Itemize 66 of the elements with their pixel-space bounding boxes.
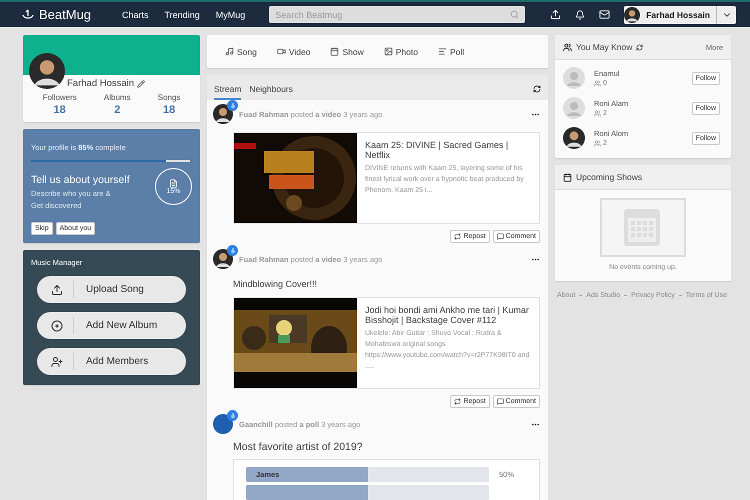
mic-icon [230, 248, 236, 254]
calendar-placeholder-icon [600, 198, 686, 257]
nav-link[interactable]: MyMug [216, 10, 246, 20]
stat-label: Albums [104, 93, 131, 102]
brand-name[interactable]: BeatMug [39, 7, 92, 22]
nav-link[interactable]: Charts [122, 10, 149, 20]
video-icon [276, 47, 286, 56]
edit-icon[interactable] [137, 80, 146, 88]
post-type-button[interactable]: Video [276, 46, 310, 56]
panel-title: You May Know [576, 42, 632, 52]
poll-icon [438, 47, 447, 56]
disc-icon [51, 320, 63, 332]
avatar [624, 6, 640, 22]
avatar [563, 97, 585, 119]
mic-icon [230, 102, 236, 108]
post-type-button[interactable]: Poll [438, 46, 464, 56]
panel-title: Upcoming Shows [576, 172, 642, 182]
avatar [213, 104, 233, 124]
repost-icon [454, 398, 462, 405]
stat-label: Songs [158, 93, 180, 102]
users-icon [594, 80, 601, 87]
comment-icon [496, 398, 504, 405]
comment-icon [496, 233, 504, 240]
users-icon [594, 110, 601, 117]
document-icon [169, 178, 178, 188]
stat-label: Followers [42, 93, 77, 102]
avatar [213, 249, 233, 269]
note-icon [225, 47, 234, 56]
upload-icon [51, 284, 63, 296]
stat-value: 2 [114, 104, 120, 116]
post-text: Most favorite artist of 2019? [233, 441, 364, 453]
stat-value: 18 [162, 104, 176, 116]
calendar-icon [330, 47, 340, 56]
avatar [563, 127, 585, 149]
completion-title: Tell us about yourself [31, 174, 130, 186]
stat-value: 18 [54, 104, 66, 116]
video-title: Kaam 25: DIVINE | Sacred Games | Netflix [365, 140, 510, 160]
post-type-button[interactable]: Photo [384, 46, 418, 56]
search-icon [510, 10, 520, 19]
repost-icon [454, 233, 462, 240]
users-icon [563, 42, 572, 52]
feed-tab[interactable]: Neighbours [249, 84, 293, 100]
bell-icon[interactable] [575, 10, 586, 20]
logo-icon [22, 8, 34, 20]
image-icon [384, 47, 393, 56]
avatar [563, 67, 585, 89]
mail-icon[interactable] [599, 9, 610, 20]
add-user-icon [51, 356, 63, 368]
post-type-button[interactable]: Show [330, 46, 364, 56]
action-button[interactable]: Add New Album [37, 312, 186, 339]
profile-name: Farhad Hossain [67, 78, 146, 89]
post-type-button[interactable]: Song [225, 46, 257, 56]
post-text: Mindblowing Cover!!! [233, 279, 318, 289]
nav-link[interactable]: Trending [164, 10, 200, 20]
action-button[interactable]: Upload Song [37, 276, 186, 303]
refresh-icon[interactable] [533, 85, 541, 93]
mic-icon [230, 412, 236, 418]
calendar-icon [563, 172, 572, 182]
avatar [213, 414, 233, 434]
upload-icon[interactable] [550, 9, 562, 20]
action-button[interactable]: Add Members [37, 348, 186, 375]
avatar [29, 53, 65, 89]
user-menu-button[interactable]: Farhad Hossain [624, 6, 736, 24]
users-icon [594, 140, 601, 147]
video-title: Jodi hoi bondi ami Ankho me tari | Kumar Bisshojit | Backstage Cover #112 [365, 305, 530, 325]
refresh-icon[interactable] [636, 44, 644, 50]
